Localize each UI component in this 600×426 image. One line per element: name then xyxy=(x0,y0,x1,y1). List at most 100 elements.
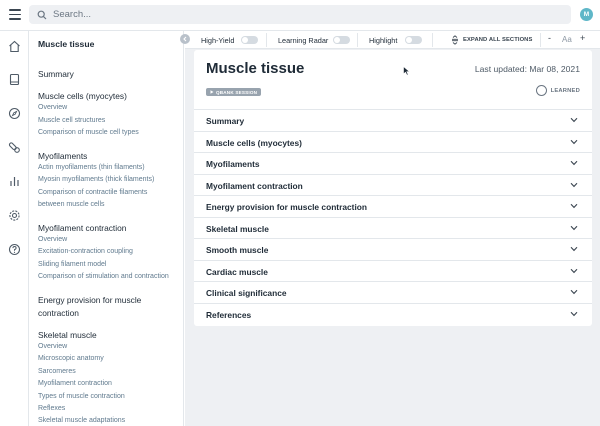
article-card: Muscle tissue Last updated: Mar 08, 2021… xyxy=(194,50,592,326)
expand-all-sections-button[interactable]: EXPAND ALL SECTIONS xyxy=(451,34,532,46)
outline-section-skeletal-muscle[interactable]: Skeletal muscle xyxy=(38,329,178,342)
section-row-summary[interactable]: Summary xyxy=(194,109,592,131)
section-row-clinical-significance[interactable]: Clinical significance xyxy=(194,281,592,303)
outline-sub-item[interactable]: Excitation-contraction coupling xyxy=(38,248,133,255)
top-bar: M xyxy=(0,0,600,31)
outline-sidebar: Muscle tissue Summary Muscle cells (myoc… xyxy=(29,31,184,426)
section-label: Cardiac muscle xyxy=(206,266,268,277)
outline-sub-item[interactable]: Sarcomeres xyxy=(38,368,76,375)
qbank-session-badge[interactable]: QBANK SESSION xyxy=(206,88,262,96)
compass-icon[interactable] xyxy=(8,107,21,120)
outline-sub-item[interactable]: Sliding filament model xyxy=(38,261,106,268)
section-row-myofilament-contraction[interactable]: Myofilament contraction xyxy=(194,173,592,196)
gear-icon[interactable] xyxy=(8,209,21,222)
expand-icon xyxy=(452,35,458,45)
home-icon[interactable] xyxy=(8,40,21,53)
section-row-myofilaments[interactable]: Myofilaments xyxy=(194,152,592,174)
mouse-cursor-icon xyxy=(403,66,411,76)
outline-title: Muscle tissue xyxy=(38,39,95,49)
qbank-label: QBANK SESSION xyxy=(216,89,258,95)
toolbar-divider xyxy=(266,33,267,47)
highlight-label: Highlight xyxy=(369,35,398,45)
search-icon xyxy=(37,10,47,19)
learned-button[interactable]: LEARNED xyxy=(535,85,580,96)
outline-sub-item[interactable]: Comparison of contractile filaments xyxy=(38,189,147,196)
chevron-down-icon xyxy=(570,139,578,144)
chevron-down-icon xyxy=(570,117,578,123)
learning-radar-label: Learning Radar xyxy=(278,35,329,45)
play-icon xyxy=(210,90,214,94)
learned-circle-icon xyxy=(535,85,547,96)
outline-sub-item[interactable]: Comparison of muscle cell types xyxy=(38,129,139,136)
chevron-down-icon xyxy=(570,268,578,273)
main-content: High-Yield Learning Radar Highlight EXPA… xyxy=(185,31,600,426)
section-label: Summary xyxy=(206,116,245,126)
chevron-down-icon xyxy=(570,182,578,187)
outline-sub-item[interactable]: Types of muscle contraction xyxy=(38,393,125,400)
learning-radar-toggle[interactable] xyxy=(333,36,350,44)
chevron-down-icon xyxy=(570,289,578,295)
chevron-left-icon xyxy=(183,36,187,42)
outline-sub-item[interactable]: Skeletal muscle adaptations xyxy=(38,417,125,424)
chevron-down-icon xyxy=(570,311,578,316)
article-toolbar: High-Yield Learning Radar Highlight EXPA… xyxy=(185,31,600,49)
avatar[interactable]: M xyxy=(580,8,593,21)
decrease-font-button[interactable]: - xyxy=(548,33,551,43)
expand-all-label: EXPAND ALL SECTIONS xyxy=(463,37,533,43)
font-size-label: Aa xyxy=(562,35,572,44)
outline-sub-item[interactable]: Actin myofilaments (thin filaments) xyxy=(38,164,145,171)
outline-section-energy-provision[interactable]: Energy provision for muscle contraction xyxy=(38,294,178,319)
outline-sub-item[interactable]: Myosin myofilaments (thick filaments) xyxy=(38,176,154,183)
menu-icon[interactable] xyxy=(9,9,21,20)
outline-sub-item[interactable]: Overview xyxy=(38,236,67,243)
outline-sub-item[interactable]: Comparison of stimulation and contractio… xyxy=(38,273,169,280)
outline-section-myofilament-contraction[interactable]: Myofilament contraction xyxy=(38,222,178,235)
high-yield-label: High-Yield xyxy=(201,35,235,45)
outline-sub-item[interactable]: Overview xyxy=(38,104,67,111)
section-label: Muscle cells (myocytes) xyxy=(206,137,302,148)
book-icon[interactable] xyxy=(8,73,21,86)
chevron-down-icon xyxy=(570,246,578,252)
section-row-references[interactable]: References xyxy=(194,302,592,325)
icon-rail xyxy=(0,31,29,426)
section-label: Smooth muscle xyxy=(206,245,269,255)
outline-section-summary[interactable]: Summary xyxy=(38,68,178,81)
outline-section-myofilaments[interactable]: Myofilaments xyxy=(38,150,178,163)
section-label: References xyxy=(206,309,252,320)
section-row-smooth-muscle[interactable]: Smooth muscle xyxy=(194,238,592,260)
section-label: Myofilament contraction xyxy=(206,180,303,191)
section-label: Myofilaments xyxy=(206,159,260,169)
section-row-cardiac-muscle[interactable]: Cardiac muscle xyxy=(194,259,592,282)
outline-sub-item[interactable]: Reflexes xyxy=(38,405,65,412)
section-row-energy-provision[interactable]: Energy provision for muscle contraction xyxy=(194,195,592,217)
outline-section-muscle-cells[interactable]: Muscle cells (myocytes) xyxy=(38,90,178,103)
chevron-down-icon xyxy=(570,203,578,209)
section-row-skeletal-muscle[interactable]: Skeletal muscle xyxy=(194,216,592,239)
outline-sub-item[interactable]: between muscle cells xyxy=(38,201,105,208)
section-label: Energy provision for muscle contraction xyxy=(206,202,368,212)
page-title: Muscle tissue xyxy=(206,60,305,77)
search-bar[interactable] xyxy=(29,5,571,24)
increase-font-button[interactable]: + xyxy=(580,33,585,43)
help-icon[interactable] xyxy=(8,243,21,256)
section-list: Summary Muscle cells (myocytes) Myofilam… xyxy=(194,109,592,324)
outline-sub-item[interactable]: Muscle cell structures xyxy=(38,117,105,124)
search-input[interactable] xyxy=(53,9,553,20)
chevron-down-icon xyxy=(570,160,578,166)
outline-sub-item[interactable]: Overview xyxy=(38,343,67,350)
chart-icon[interactable] xyxy=(8,175,21,188)
pills-icon[interactable] xyxy=(8,141,21,154)
toolbar-divider xyxy=(432,33,433,47)
section-label: Skeletal muscle xyxy=(206,223,269,234)
outline-sub-item[interactable]: Myofilament contraction xyxy=(38,380,112,387)
last-updated: Last updated: Mar 08, 2021 xyxy=(474,64,580,74)
high-yield-toggle[interactable] xyxy=(241,36,258,44)
learned-label: LEARNED xyxy=(550,87,580,94)
outline-sub-item[interactable]: Microscopic anatomy xyxy=(38,355,104,362)
section-row-muscle-cells[interactable]: Muscle cells (myocytes) xyxy=(194,130,592,153)
section-label: Clinical significance xyxy=(206,288,287,298)
toolbar-divider xyxy=(540,33,541,47)
collapse-sidebar-button[interactable] xyxy=(180,34,190,44)
highlight-toggle[interactable] xyxy=(405,36,422,44)
toolbar-divider xyxy=(357,33,358,47)
